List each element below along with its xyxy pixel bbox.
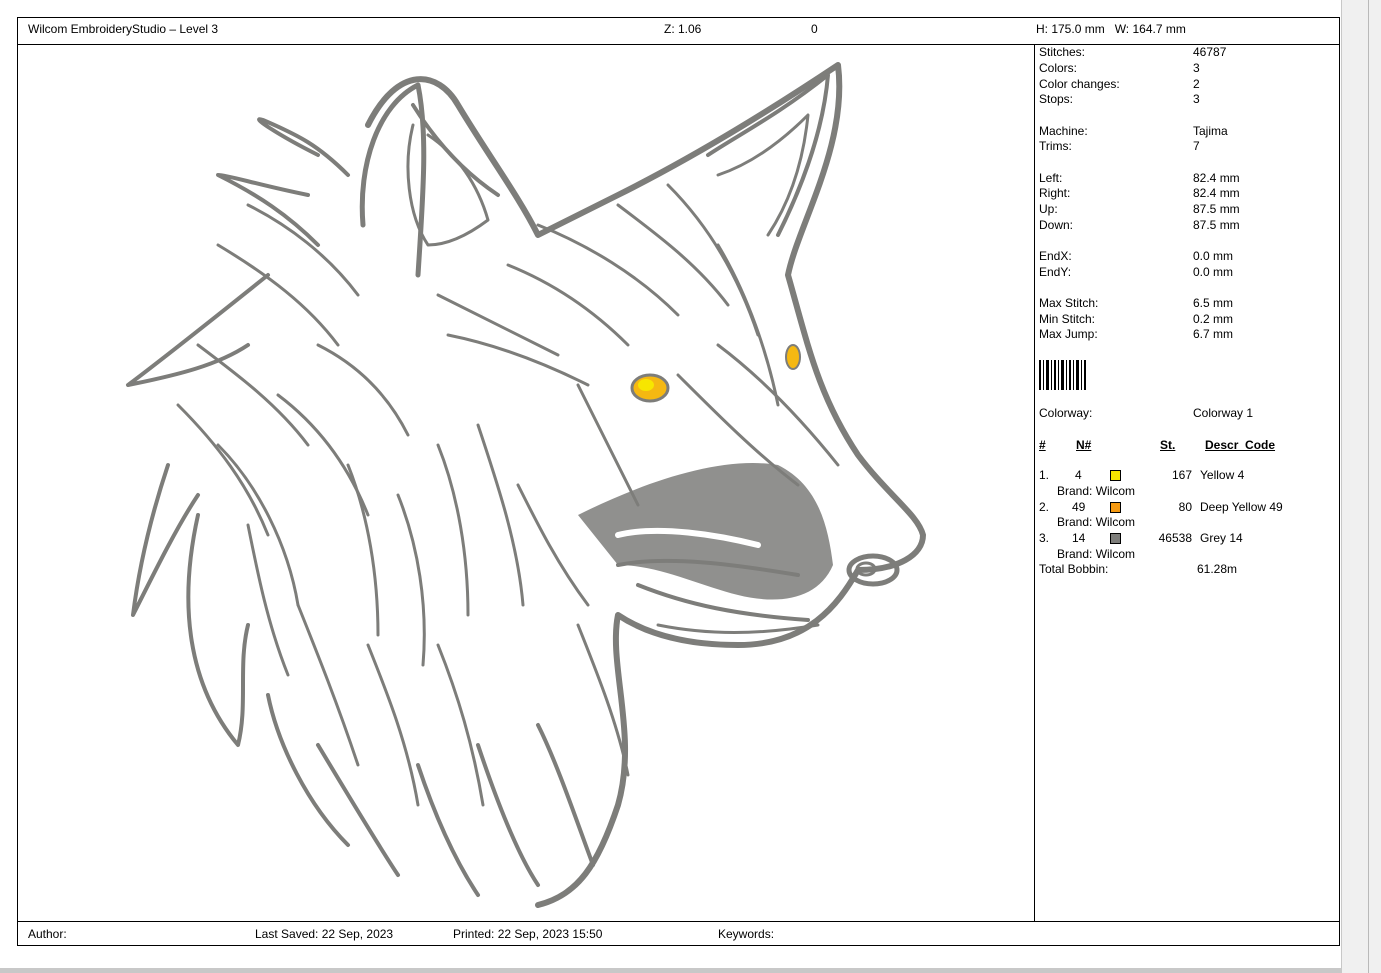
- endy-value: 0.0 mm: [1193, 265, 1234, 279]
- col-header-stitches: St.: [1160, 438, 1176, 452]
- col-header-descr: Descr_Code: [1205, 438, 1276, 452]
- down-value: 87.5 mm: [1193, 218, 1240, 232]
- wolf-head-embroidery: [126, 62, 926, 908]
- author-field: Author:: [28, 927, 67, 941]
- color-changes-value: 2: [1193, 77, 1200, 91]
- keywords-field: Keywords:: [718, 927, 775, 941]
- row-index: 2.: [1039, 500, 1050, 514]
- colorway-label: Colorway:: [1039, 406, 1093, 420]
- colors-value: 3: [1193, 61, 1200, 75]
- stitches-value: 46787: [1193, 45, 1227, 59]
- down-label: Down:: [1039, 218, 1074, 232]
- row-stitches: 167: [1171, 468, 1192, 482]
- rotation-angle: 0: [811, 22, 818, 36]
- panel-divider: [1034, 45, 1035, 921]
- scrollbar-track[interactable]: [1368, 0, 1369, 973]
- sheet-footer: Author: Last Saved: 22 Sep, 2023 Printed…: [18, 921, 1339, 946]
- sheet-header: Wilcom EmbroideryStudio – Level 3 Z: 1.0…: [18, 18, 1339, 45]
- stops-label: Stops:: [1039, 92, 1074, 106]
- print-preview-sheet: Wilcom EmbroideryStudio – Level 3 Z: 1.0…: [17, 17, 1340, 946]
- colors-label: Colors:: [1039, 61, 1078, 75]
- row-brand: Brand: Wilcom: [1057, 484, 1136, 498]
- total-bobbin-label: Total Bobbin:: [1039, 562, 1109, 576]
- window-right-edge: [1341, 0, 1381, 973]
- row-stitches: 80: [1178, 500, 1192, 514]
- row-index: 1.: [1039, 468, 1050, 482]
- right-label: Right:: [1039, 186, 1071, 200]
- machine-value: Tajima: [1193, 124, 1228, 138]
- color-changes-label: Color changes:: [1039, 77, 1120, 91]
- left-label: Left:: [1039, 171, 1063, 185]
- total-bobbin-value: 61.28m: [1197, 562, 1238, 576]
- left-value: 82.4 mm: [1193, 171, 1240, 185]
- up-value: 87.5 mm: [1193, 202, 1240, 216]
- design-dimensions: H: 175.0 mm W: 164.7 mm: [1036, 22, 1186, 36]
- row-needle: 14: [1072, 531, 1086, 545]
- embroidery-design-area: [18, 45, 1034, 921]
- max-jump-label: Max Jump:: [1039, 327, 1098, 341]
- min-stitch-label: Min Stitch:: [1039, 312, 1096, 326]
- row-descr: Deep Yellow 49: [1200, 500, 1283, 514]
- row-descr: Yellow 4: [1200, 468, 1245, 482]
- min-stitch-value: 0.2 mm: [1193, 312, 1234, 326]
- barcode-icon: [1039, 360, 1087, 390]
- color-swatch-grey: [1110, 533, 1121, 544]
- endx-label: EndX:: [1039, 249, 1072, 263]
- max-stitch-label: Max Stitch:: [1039, 296, 1099, 310]
- col-header-index: #: [1039, 438, 1046, 452]
- max-stitch-value: 6.5 mm: [1193, 296, 1234, 310]
- endy-label: EndY:: [1039, 265, 1072, 279]
- row-needle: 49: [1072, 500, 1086, 514]
- colorway-value: Colorway 1: [1193, 406, 1254, 420]
- right-value: 82.4 mm: [1193, 186, 1240, 200]
- zoom-level: Z: 1.06: [664, 22, 702, 36]
- row-stitches: 46538: [1158, 531, 1192, 545]
- trims-label: Trims:: [1039, 139, 1072, 153]
- row-needle: 4: [1075, 468, 1082, 482]
- row-brand: Brand: Wilcom: [1057, 515, 1136, 529]
- window-bottom-edge: [0, 968, 1341, 973]
- endx-value: 0.0 mm: [1193, 249, 1234, 263]
- row-index: 3.: [1039, 531, 1050, 545]
- color-swatch-deep-yellow: [1110, 502, 1121, 513]
- stops-value: 3: [1193, 92, 1200, 106]
- muzzle-fill: [578, 463, 833, 600]
- stitches-label: Stitches:: [1039, 45, 1086, 59]
- row-descr: Grey 14: [1200, 531, 1243, 545]
- app-title: Wilcom EmbroideryStudio – Level 3: [28, 22, 219, 36]
- left-eye-highlight: [638, 379, 654, 391]
- row-brand: Brand: Wilcom: [1057, 547, 1136, 561]
- last-saved-field: Last Saved: 22 Sep, 2023: [255, 927, 394, 941]
- trims-value: 7: [1193, 139, 1200, 153]
- color-swatch-yellow: [1110, 470, 1121, 481]
- col-header-needle: N#: [1076, 438, 1092, 452]
- printed-field: Printed: 22 Sep, 2023 15:50: [453, 927, 603, 941]
- up-label: Up:: [1039, 202, 1058, 216]
- max-jump-value: 6.7 mm: [1193, 327, 1234, 341]
- right-eye: [785, 344, 801, 370]
- machine-label: Machine:: [1039, 124, 1088, 138]
